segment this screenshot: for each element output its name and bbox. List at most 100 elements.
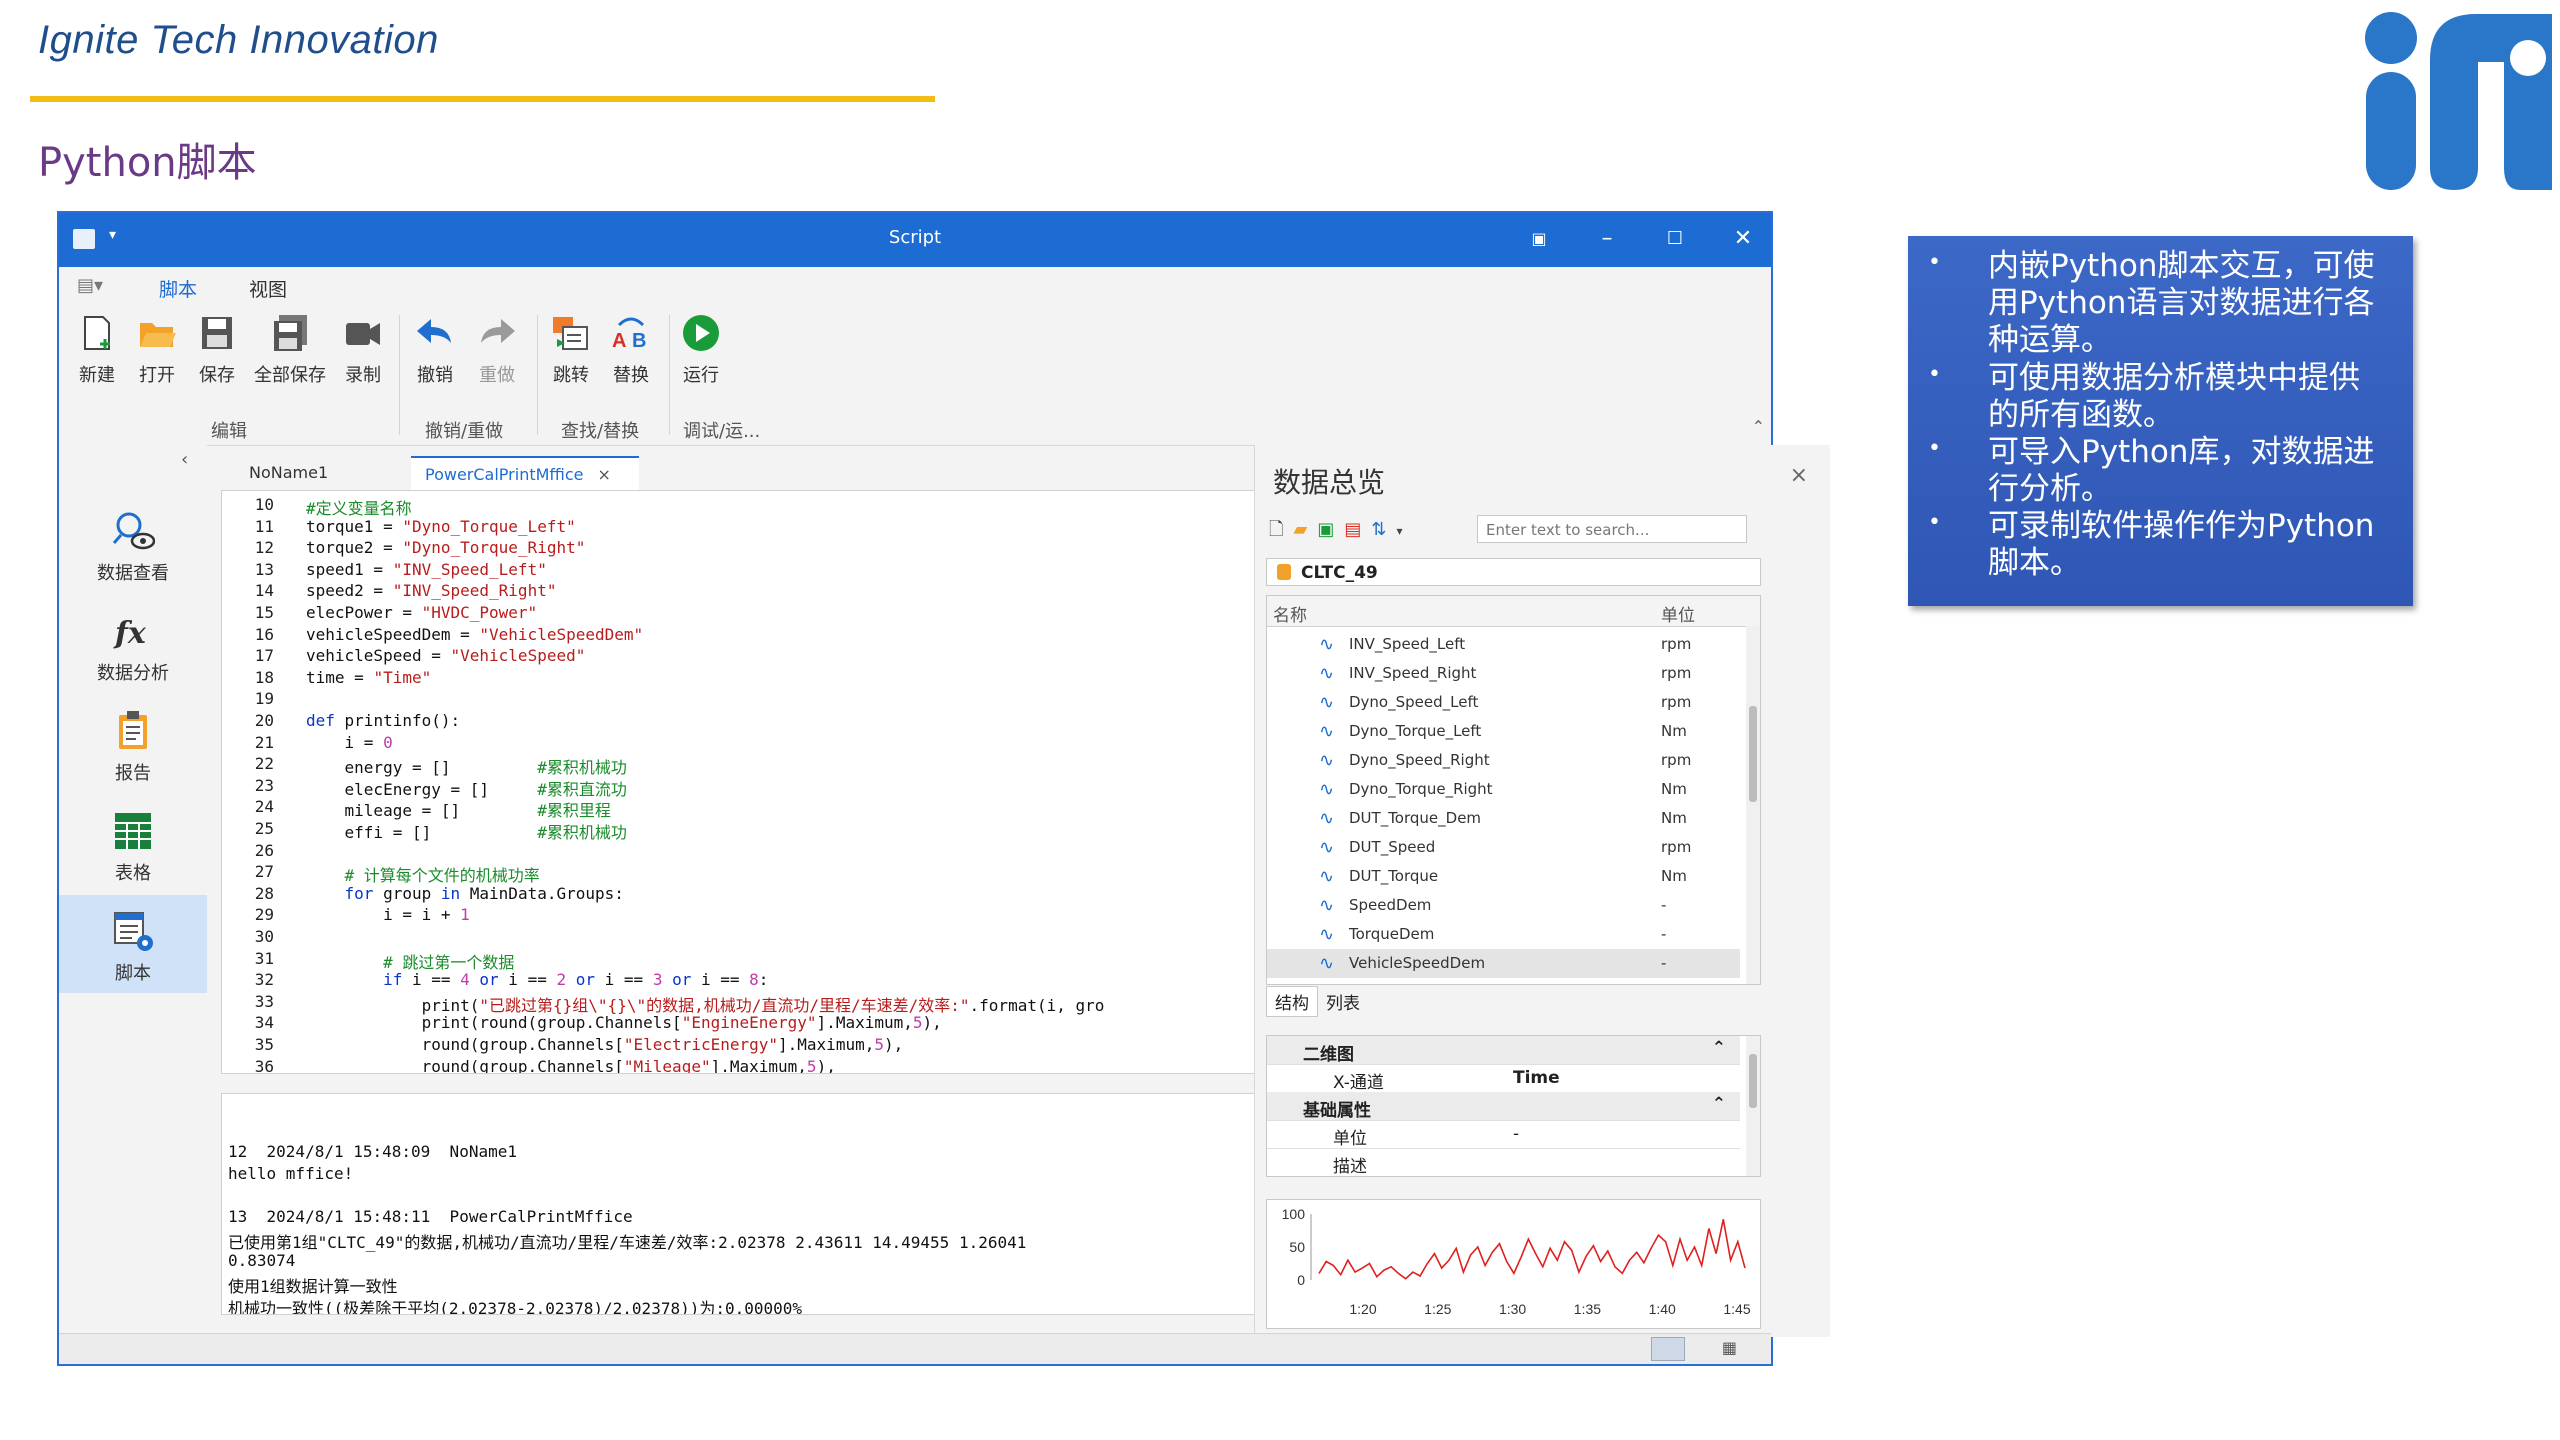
code-line: vehicleSpeedDem = "VehicleSpeedDem" xyxy=(306,624,644,644)
line-number: 36 xyxy=(254,1056,274,1074)
open-folder-icon[interactable]: ▰ xyxy=(1293,519,1317,540)
dataset-name: CLTC_49 xyxy=(1301,563,1378,583)
channel-unit: rpm xyxy=(1661,693,1692,711)
import-icon[interactable]: ▣ xyxy=(1317,519,1344,540)
channel-unit: Nm xyxy=(1661,809,1687,827)
section-basic-props[interactable]: 基础属性 ⌃ xyxy=(1267,1092,1740,1121)
line-number: 12 xyxy=(254,538,274,558)
waveform-icon: ∿ xyxy=(1319,808,1335,829)
code-editor[interactable]: 10 #定义变量名称 11 torque1 = "Dyno_Torque_Left" 1… xyxy=(221,490,1297,1074)
close-button[interactable]: ✕ xyxy=(1725,223,1761,255)
chart-icon[interactable]: ▤ xyxy=(1344,519,1371,540)
new-doc-icon[interactable]: 🗋 xyxy=(1269,519,1293,540)
channel-search-input[interactable]: Enter text to search... xyxy=(1477,515,1747,543)
save-all-label: 全部保存 xyxy=(254,365,326,386)
line-number: 17 xyxy=(254,646,274,666)
channel-row[interactable]: ∿ DUT_Torque_Dem Nm xyxy=(1267,804,1740,833)
redo-button[interactable]: 重做 xyxy=(469,313,525,387)
reading-view-icon[interactable]: ▦ xyxy=(1722,1338,1737,1357)
tab-label: NoName1 xyxy=(249,463,329,482)
prop-description[interactable]: 描述 xyxy=(1267,1148,1740,1176)
channel-row[interactable]: ∿ SpeedDem - xyxy=(1267,891,1740,920)
note-item: 可使用数据分析模块中提供的所有函数。 xyxy=(1988,360,2360,433)
col-name-header[interactable]: 名称 xyxy=(1273,601,1307,626)
dataset-item[interactable]: CLTC_49 xyxy=(1266,558,1761,586)
col-unit-header[interactable]: 单位 xyxy=(1661,601,1695,626)
output-line: 使用1组数据计算一致性 xyxy=(228,1276,398,1296)
code-line: vehicleSpeed = "VehicleSpeed" xyxy=(306,646,586,666)
y-tick-label: 0 xyxy=(1297,1272,1305,1288)
section-2d-chart[interactable]: 二维图 ⌃ xyxy=(1267,1036,1740,1065)
new-button[interactable]: 新建 xyxy=(69,313,125,387)
record-button[interactable]: 录制 xyxy=(335,313,391,387)
code-line: # 跳过第一个数据 xyxy=(383,952,515,972)
nav-table[interactable]: 表格 xyxy=(59,795,207,893)
nav-script[interactable]: 脚本 xyxy=(59,895,207,993)
function-fx-icon: fx xyxy=(113,616,147,651)
props-scroll-thumb[interactable] xyxy=(1749,1054,1757,1108)
group-debug-label: 调试/运... xyxy=(683,421,761,442)
code-line: i = 0 xyxy=(306,732,393,752)
nav-data-view[interactable]: 数据查看 xyxy=(59,495,207,593)
channel-scroll-thumb[interactable] xyxy=(1749,706,1757,802)
tab-script[interactable]: 脚本 xyxy=(159,275,198,307)
line-number: 15 xyxy=(254,603,274,622)
channel-row[interactable]: ∿ DUT_Torque Nm xyxy=(1267,862,1740,891)
tab-list[interactable]: 列表 xyxy=(1318,987,1368,1016)
sort-icon[interactable]: ⇅ xyxy=(1371,519,1396,540)
save-all-button[interactable]: 全部保存 xyxy=(251,313,329,387)
close-tab-icon[interactable]: × xyxy=(598,465,611,484)
save-button[interactable]: 保存 xyxy=(189,313,245,387)
tab-powercal[interactable]: PowerCalPrintMffice × xyxy=(411,456,639,492)
nav-report[interactable]: 报告 xyxy=(59,695,207,793)
file-menu-icon[interactable]: ▤▾ xyxy=(77,275,103,296)
collapse-ribbon-icon[interactable]: ⌃ xyxy=(1752,417,1765,436)
dropdown-icon[interactable]: ▾ xyxy=(1396,524,1412,538)
tab-structure[interactable]: 结构 xyxy=(1266,986,1318,1017)
brand-title: Ignite Tech Innovation xyxy=(38,18,439,62)
channel-scrollbar[interactable] xyxy=(1746,626,1760,984)
channel-row[interactable]: ∿ Dyno_Speed_Left rpm xyxy=(1267,688,1740,717)
channel-row[interactable]: ∿ VehicleSpeedDem - xyxy=(1267,949,1740,978)
channel-row[interactable]: ∿ Dyno_Speed_Right rpm xyxy=(1267,746,1740,775)
prop-x-channel[interactable]: X-通道 Time xyxy=(1267,1064,1740,1093)
replace-button[interactable]: AB 替换 xyxy=(603,313,659,387)
tab-view[interactable]: 视图 xyxy=(249,275,287,302)
nav-data-analysis[interactable]: fx 数据分析 xyxy=(59,595,207,693)
undo-button[interactable]: 撤销 xyxy=(407,313,463,387)
line-number: 34 xyxy=(254,1013,274,1033)
line-number: 26 xyxy=(254,840,274,860)
line-number: 27 xyxy=(254,862,274,882)
output-line: 13 2024/8/1 15:48:11 PowerCalPrintMffice xyxy=(228,1207,633,1227)
output-console[interactable]: 12 2024/8/1 15:48:09 NoName1 hello mffice… xyxy=(221,1093,1297,1315)
prop-value: Time xyxy=(1513,1068,1560,1088)
collapse-icon[interactable]: ⌃ xyxy=(1712,1038,1726,1058)
channel-name: DUT_Speed xyxy=(1349,838,1436,856)
minimize-button[interactable]: – xyxy=(1589,223,1625,255)
run-button[interactable]: 运行 xyxy=(673,313,729,387)
channel-row[interactable]: ∿ DUT_Speed rpm xyxy=(1267,833,1740,862)
props-scrollbar[interactable] xyxy=(1746,1036,1760,1176)
jump-button[interactable]: 跳转 xyxy=(543,313,599,387)
prop-value: - xyxy=(1513,1124,1520,1144)
maximize-button[interactable]: ☐ xyxy=(1657,223,1693,255)
redo-icon xyxy=(481,319,515,343)
line-number: 25 xyxy=(254,819,274,838)
channel-row[interactable]: ∿ TorqueDem - xyxy=(1267,920,1740,949)
code-line: # 计算每个文件的机械功率 xyxy=(344,866,540,886)
layout-icon[interactable]: ▣ xyxy=(1521,223,1557,255)
channel-row[interactable]: ∿ INV_Speed_Left rpm xyxy=(1267,630,1740,659)
collapse-icon[interactable]: ⌃ xyxy=(1712,1094,1726,1114)
close-panel-icon[interactable]: × xyxy=(1790,463,1808,488)
open-button[interactable]: 打开 xyxy=(129,313,185,387)
table-grid-icon xyxy=(115,813,151,849)
channel-row[interactable]: ∿ INV_Speed_Right rpm xyxy=(1267,659,1740,688)
channel-name: SpeedDem xyxy=(1349,896,1432,914)
channel-row[interactable]: ∿ Dyno_Torque_Right Nm xyxy=(1267,775,1740,804)
prop-unit[interactable]: 单位 - xyxy=(1267,1120,1740,1149)
layout-view-icon[interactable] xyxy=(1651,1337,1685,1361)
tab-noname1[interactable]: NoName1 xyxy=(235,456,342,490)
bullet-icon: • xyxy=(1928,250,1941,275)
channel-row[interactable]: ∿ Dyno_Torque_Left Nm xyxy=(1267,717,1740,746)
collapse-nav-icon[interactable]: ‹ xyxy=(181,449,188,470)
